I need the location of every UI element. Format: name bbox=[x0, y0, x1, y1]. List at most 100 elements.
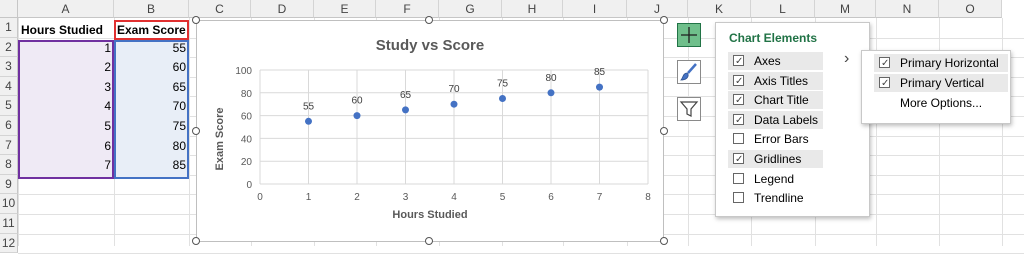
chart-elements-button[interactable] bbox=[677, 23, 701, 47]
checkbox[interactable]: ✓ bbox=[733, 153, 744, 165]
row-header[interactable]: 4 bbox=[0, 76, 18, 97]
chart-element-label: Chart Title bbox=[754, 93, 809, 108]
y-axis-title[interactable]: Exam Score bbox=[214, 108, 226, 171]
resize-handle-tm[interactable] bbox=[425, 16, 433, 24]
checkmark-icon: ✓ bbox=[735, 154, 744, 165]
row-header[interactable]: 10 bbox=[0, 194, 18, 214]
x-axis-title[interactable]: Hours Studied bbox=[392, 209, 467, 221]
column-header[interactable]: G bbox=[439, 0, 502, 18]
chart-element-label: Axis Titles bbox=[754, 73, 809, 88]
range-y-border bbox=[114, 40, 189, 179]
data-label: 60 bbox=[351, 96, 363, 107]
row-header[interactable]: 5 bbox=[0, 96, 18, 116]
resize-handle-br[interactable] bbox=[660, 237, 668, 245]
more-options-link[interactable]: More Options... bbox=[900, 96, 982, 110]
checkmark-icon: ✓ bbox=[881, 77, 890, 89]
data-point[interactable] bbox=[450, 100, 458, 108]
chart-element-item[interactable]: Error Bars bbox=[728, 130, 823, 148]
scatter-chart[interactable]: Study vs Score 0 20 40 60 80 100 0 1 2 3 4 5 6 7 8 55 60… bbox=[196, 20, 664, 242]
row-header[interactable]: 11 bbox=[0, 214, 18, 234]
column-header[interactable]: B bbox=[114, 0, 189, 18]
checkbox[interactable] bbox=[733, 133, 744, 145]
data-point[interactable] bbox=[402, 106, 409, 114]
chevron-right-icon[interactable]: › bbox=[844, 50, 849, 68]
row-header[interactable]: 1 bbox=[0, 18, 18, 38]
column-header[interactable]: K bbox=[688, 0, 751, 18]
chart-element-item[interactable]: ✓ Axes bbox=[728, 52, 823, 70]
resize-handle-ml[interactable] bbox=[192, 127, 200, 135]
column-header[interactable]: H bbox=[502, 0, 563, 18]
resize-handle-bm[interactable] bbox=[425, 237, 433, 245]
checkbox[interactable]: ✓ bbox=[733, 74, 744, 87]
chart-element-item[interactable]: ✓ Data Labels bbox=[728, 110, 823, 129]
checkbox[interactable]: ✓ bbox=[733, 113, 744, 126]
data-label: 65 bbox=[400, 90, 412, 101]
chart-element-item[interactable]: ✓ Axis Titles bbox=[728, 71, 823, 90]
brush-icon bbox=[680, 63, 697, 81]
x-tick-label: 3 bbox=[403, 192, 409, 203]
row-header[interactable]: 6 bbox=[0, 116, 18, 136]
column-header[interactable]: L bbox=[751, 0, 815, 18]
y-tick-label: 0 bbox=[246, 180, 252, 191]
checkbox[interactable]: ✓ bbox=[733, 55, 744, 67]
column-header[interactable]: I bbox=[563, 0, 627, 18]
resize-handle-bl[interactable] bbox=[192, 237, 200, 245]
grid-vline bbox=[189, 18, 190, 246]
data-point[interactable] bbox=[305, 117, 312, 125]
plot-area: 0 20 40 60 80 100 0 1 2 3 4 5 6 7 8 55 60 65 70 75 80 85 bbox=[235, 66, 651, 203]
axes-option-label: Primary Horizontal bbox=[900, 56, 999, 70]
row-header[interactable]: 7 bbox=[0, 135, 18, 156]
resize-handle-tr[interactable] bbox=[660, 16, 668, 24]
data-point[interactable] bbox=[547, 89, 555, 97]
chart-element-label: Gridlines bbox=[754, 152, 802, 166]
row-header[interactable]: 2 bbox=[0, 37, 18, 58]
header-hours-studied[interactable]: Hours Studied bbox=[18, 21, 114, 40]
chart-styles-button[interactable] bbox=[677, 60, 701, 84]
axes-option-item[interactable]: ✓ Primary Vertical bbox=[874, 73, 1008, 92]
chart-element-item[interactable]: Trendline bbox=[728, 189, 823, 207]
data-point[interactable] bbox=[499, 95, 506, 102]
chart-element-label: Data Labels bbox=[754, 112, 819, 127]
row-header[interactable]: 9 bbox=[0, 174, 18, 195]
chart-title[interactable]: Study vs Score bbox=[376, 37, 484, 54]
column-header[interactable]: E bbox=[314, 0, 376, 18]
checkmark-icon: ✓ bbox=[735, 56, 744, 67]
checkbox[interactable]: ✓ bbox=[733, 94, 744, 106]
chart-element-item[interactable]: Legend bbox=[728, 170, 823, 188]
checkbox[interactable] bbox=[733, 192, 744, 204]
data-point[interactable] bbox=[353, 112, 361, 120]
checkbox[interactable]: ✓ bbox=[879, 57, 890, 69]
data-label: 75 bbox=[497, 79, 509, 90]
column-header[interactable]: J bbox=[627, 0, 688, 18]
column-header[interactable]: N bbox=[876, 0, 939, 18]
axes-option-item[interactable]: ✓ Primary Horizontal bbox=[874, 54, 1008, 72]
x-tick-label: 0 bbox=[257, 192, 263, 203]
x-tick-label: 6 bbox=[548, 192, 554, 203]
select-all-corner[interactable] bbox=[0, 0, 18, 18]
row-header[interactable]: 3 bbox=[0, 57, 18, 77]
grid-vline bbox=[688, 18, 689, 246]
chart-elements-panel: Chart Elements ✓ Axes ✓ Axis Titles ✓ Chart T… bbox=[715, 22, 870, 217]
data-point[interactable] bbox=[596, 83, 603, 91]
column-header[interactable]: C bbox=[189, 0, 251, 18]
chart-element-item[interactable]: ✓ Chart Title bbox=[728, 91, 823, 110]
row-header[interactable]: 8 bbox=[0, 155, 18, 175]
x-tick-label: 8 bbox=[645, 192, 651, 203]
resize-handle-mr[interactable] bbox=[660, 127, 668, 135]
column-header[interactable]: D bbox=[251, 0, 314, 18]
column-header[interactable]: A bbox=[18, 0, 114, 18]
chart-filters-button[interactable] bbox=[677, 97, 701, 121]
y-tick-label: 80 bbox=[241, 89, 253, 100]
checkbox[interactable]: ✓ bbox=[879, 76, 890, 89]
checkmark-icon: ✓ bbox=[735, 114, 744, 126]
funnel-icon bbox=[679, 101, 699, 117]
y-tick-label: 60 bbox=[241, 112, 253, 123]
x-tick-label: 2 bbox=[354, 192, 360, 203]
row-header[interactable]: 12 bbox=[0, 233, 18, 254]
data-label: 55 bbox=[303, 101, 315, 112]
chart-element-item[interactable]: ✓ Gridlines bbox=[728, 150, 823, 168]
checkbox[interactable] bbox=[733, 172, 744, 184]
column-header[interactable]: M bbox=[815, 0, 876, 18]
resize-handle-tl[interactable] bbox=[192, 16, 200, 24]
column-header[interactable]: O bbox=[939, 0, 1002, 18]
